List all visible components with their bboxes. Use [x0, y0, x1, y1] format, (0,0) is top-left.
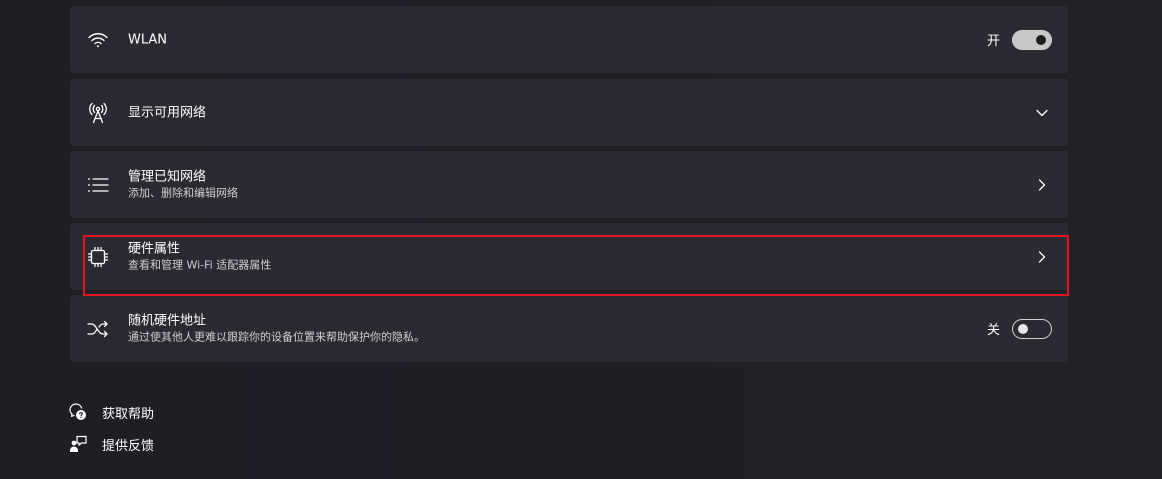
give-feedback-label: 提供反馈	[102, 438, 155, 454]
wlan-title: WLAN	[128, 32, 168, 47]
random-hardware-address-subtitle: 通过使其他人更难以跟踪你的设备位置来帮助保护你的隐私。	[128, 330, 425, 343]
hardware-properties-subtitle: 查看和管理 Wi-Fi 适配器属性	[128, 258, 272, 271]
antenna-icon	[86, 101, 110, 125]
toggle-knob	[1036, 34, 1046, 45]
chip-icon	[86, 245, 110, 269]
hardware-properties-card[interactable]: 硬件属性 查看和管理 Wi-Fi 适配器属性	[70, 223, 1068, 290]
random-hardware-address-card[interactable]: 随机硬件地址 通过使其他人更难以跟踪你的设备位置来帮助保护你的隐私。 关	[70, 295, 1068, 362]
list-icon	[86, 173, 110, 197]
toggle-knob	[1018, 323, 1028, 334]
get-help-link[interactable]: 获取帮助	[68, 402, 154, 422]
known-networks-title: 管理已知网络	[128, 169, 207, 184]
random-address-toggle[interactable]	[1012, 318, 1052, 339]
known-networks-card[interactable]: 管理已知网络 添加、删除和编辑网络	[70, 151, 1068, 218]
chevron-down-icon[interactable]	[1034, 105, 1050, 121]
chevron-right-icon[interactable]	[1034, 177, 1050, 193]
known-networks-subtitle: 添加、删除和编辑网络	[128, 186, 238, 199]
shuffle-icon	[86, 317, 110, 341]
available-networks-card[interactable]: 显示可用网络	[70, 79, 1068, 146]
wlan-toggle[interactable]	[1012, 29, 1052, 50]
hardware-properties-title: 硬件属性	[128, 241, 181, 256]
help-chat-icon	[68, 402, 88, 422]
wlan-card[interactable]: WLAN 开	[70, 6, 1068, 73]
available-networks-title: 显示可用网络	[128, 105, 207, 120]
wifi-icon	[86, 28, 110, 52]
wlan-toggle-label: 开	[986, 34, 1000, 49]
feedback-icon	[68, 434, 88, 454]
chevron-right-icon[interactable]	[1034, 249, 1050, 265]
random-hardware-address-title: 随机硬件地址	[128, 313, 207, 328]
give-feedback-link[interactable]: 提供反馈	[68, 434, 154, 454]
get-help-label: 获取帮助	[102, 406, 155, 422]
random-address-toggle-label: 关	[986, 323, 1000, 338]
